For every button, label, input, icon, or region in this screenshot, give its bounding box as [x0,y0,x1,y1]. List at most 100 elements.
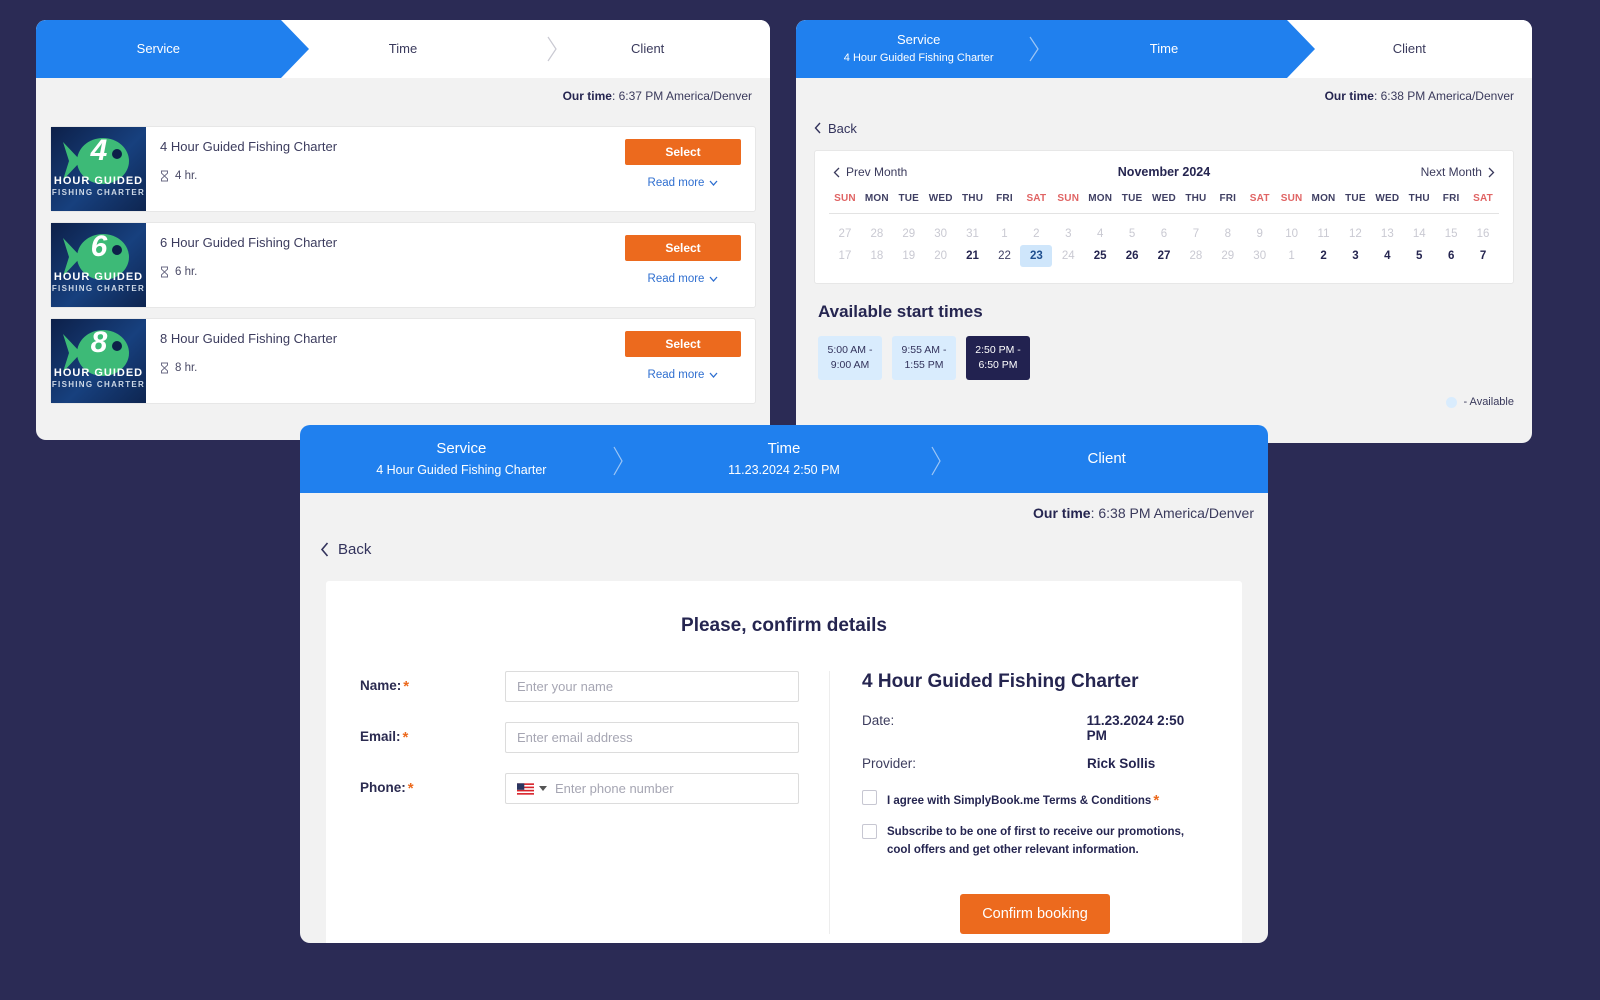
service-list-item[interactable]: 6 HOUR GUIDED FISHING CHARTER 6 Hour Gui… [50,222,756,308]
select-button[interactable]: Select [625,331,741,357]
tab-service-sublabel: 4 Hour Guided Fishing Charter [376,462,547,477]
calendar-day: 17 [838,250,852,262]
time-slot-start: 5:00 AM - [827,344,873,356]
summary-date-key: Date: [862,713,895,728]
required-asterisk: * [403,678,410,695]
calendar-dow-header: SUN [834,193,856,204]
booking-summary-column: 4 Hour Guided Fishing Charter Date: 11.2… [830,671,1208,934]
calendar-day: 30 [934,228,948,240]
chevron-left-icon [814,122,821,134]
email-input[interactable] [505,722,799,753]
calendar-dow-header: SAT [1249,193,1270,204]
service-duration-text: 4 hr. [175,170,198,182]
summary-date-row: Date: 11.23.2024 2:50 PM [862,713,1208,743]
calendar-day[interactable]: 27 [1148,245,1180,267]
tab-client[interactable]: Client [945,425,1268,493]
calendar-day-selected[interactable]: 23 [1020,245,1053,267]
calendar-day[interactable]: 25 [1084,245,1116,267]
calendar-day[interactable]: 22 [989,245,1021,267]
calendar: Prev Month November 2024 Next Month SUN M… [814,150,1514,284]
calendar-dow-header: MON [1088,193,1113,204]
calendar-dow-header: TUE [1345,193,1366,204]
terms-consent-row: I agree with SimplyBook.me Terms & Condi… [862,789,1208,813]
calendar-dow-header: FRI [1219,193,1237,204]
subscribe-consent-row: Subscribe to be one of first to receive … [862,823,1208,860]
tab-client-label: Client [631,40,665,56]
calendar-dow-header: FRI [1442,193,1460,204]
calendar-day[interactable]: 3 [1339,245,1371,267]
service-info: 6 Hour Guided Fishing Charter 6 hr. [146,223,625,307]
calendar-day: 1 [1288,250,1295,262]
service-duration: 4 hr. [160,170,611,182]
back-link[interactable]: Back [814,121,857,136]
client-fields-column: Name:* Email:* Phone:* [360,671,830,934]
time-slot[interactable]: 9:55 AM - 1:55 PM [892,336,956,381]
service-list-item[interactable]: 4 HOUR GUIDED FISHING CHARTER 4 Hour Gui… [50,126,756,212]
name-label: Name: * [360,678,505,695]
hourglass-icon [161,362,168,374]
tab-time[interactable]: Time [280,20,526,78]
service-thumb-line1: HOUR GUIDED [53,175,144,187]
service-list-item[interactable]: 8 HOUR GUIDED FISHING CHARTER 8 Hour Gui… [50,318,756,404]
tab-service[interactable]: Service 4 Hour Guided Fishing Charter [300,425,651,493]
terms-consent-label: I agree with SimplyBook.me Terms & Condi… [887,795,1152,807]
read-more-label: Read more [647,177,705,189]
country-selector[interactable] [506,782,555,795]
calendar-day: 5 [1128,228,1136,240]
calendar-day: 2 [1033,228,1040,240]
calendar-day[interactable]: 2 [1308,245,1340,267]
chevron-down-icon [709,180,718,186]
calendar-dow-header: TUE [898,193,920,204]
back-row: Back [300,533,1268,565]
tab-client[interactable]: Client [1286,20,1532,78]
next-month-button[interactable]: Next Month [1421,165,1495,179]
legend-available-swatch [1446,396,1458,408]
client-panel-tabs: Service 4 Hour Guided Fishing Charter Ti… [300,425,1268,493]
tab-service[interactable]: Service 4 Hour Guided Fishing Charter [796,20,1070,78]
calendar-day[interactable]: 26 [1116,245,1148,267]
terms-checkbox[interactable] [862,790,877,805]
read-more-toggle[interactable]: Read more [648,369,719,381]
calendar-day: 7 [1192,228,1200,240]
confirm-booking-button[interactable]: Confirm booking [960,893,1110,934]
calendar-day[interactable]: 6 [1435,245,1467,267]
back-label: Back [828,120,857,136]
name-input[interactable] [505,671,799,702]
subscribe-checkbox[interactable] [862,824,877,839]
calendar-day: 4 [1096,228,1104,240]
service-thumb-line2: FISHING CHARTER [51,188,146,197]
phone-input-group [505,773,799,804]
tab-service-label: Service [896,32,941,48]
read-more-toggle[interactable]: Read more [648,273,719,285]
service-actions: Select Read more [625,223,755,307]
select-button[interactable]: Select [625,235,741,261]
tab-service[interactable]: Service [36,20,309,78]
calendar-day[interactable]: 5 [1403,245,1435,267]
calendar-day[interactable]: 4 [1371,245,1403,267]
prev-month-button[interactable]: Prev Month [833,165,907,179]
email-label: Email: * [360,729,505,746]
service-thumbnail: 4 HOUR GUIDED FISHING CHARTER [51,127,146,211]
time-slot-selected[interactable]: 2:50 PM - 6:50 PM [966,336,1030,381]
chevron-down-icon [539,786,547,791]
tab-time-label: Time [388,40,418,56]
calendar-grid: SUN MON TUE WED THU FRI SAT SUN MON TUE WED THU FRI S… [829,193,1499,267]
back-link[interactable]: Back [320,541,371,558]
back-row: Back [796,114,1532,142]
time-step-panel: Service 4 Hour Guided Fishing Charter Ti… [796,20,1532,443]
subscribe-consent-text: Subscribe to be one of first to receive … [887,826,1185,857]
select-button[interactable]: Select [625,139,741,165]
service-duration: 6 hr. [160,266,611,278]
tab-time[interactable]: Time [1041,20,1316,78]
tab-client[interactable]: Client [525,20,770,78]
time-slot[interactable]: 5:00 AM - 9:00 AM [818,336,882,381]
our-time-label: Our time [562,89,612,103]
calendar-day[interactable]: 7 [1467,245,1499,267]
read-more-toggle[interactable]: Read more [648,177,719,189]
service-duration-text: 8 hr. [175,362,198,374]
chevron-left-icon [320,541,329,557]
tab-time[interactable]: Time 11.23.2024 2:50 PM [622,425,973,493]
calendar-day[interactable]: 21 [957,245,989,267]
service-thumb-number: 6 [90,230,108,263]
phone-input[interactable] [555,781,798,796]
